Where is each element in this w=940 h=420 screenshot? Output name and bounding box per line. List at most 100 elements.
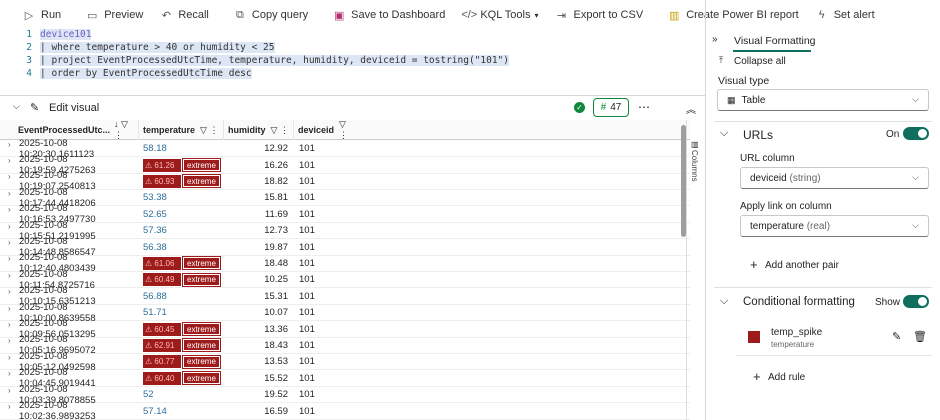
extreme-tag: extreme [182,272,221,287]
expand-row-icon[interactable]: › [8,140,11,149]
deviceid-cell: 101 [299,175,315,187]
warning-value: ⚠ 60.49 [143,273,181,287]
column-header-deviceid[interactable]: deviceid ▽ ⋮ [294,120,354,140]
filter-icon[interactable]: ▽ ⋮ [200,125,218,136]
export-csv-button[interactable]: ⇥ Export to CSV [546,0,651,30]
columns-toggle[interactable]: Columns [690,150,699,182]
time-cell: › 2025-10-08 10:02:36.9893253 [8,400,96,420]
deviceid-cell: 101 [299,143,315,155]
humidity-cell: 10.25 [264,274,288,286]
expand-row-icon[interactable]: › [8,222,11,231]
humidity-cell: 16.26 [264,159,288,171]
filter-icon[interactable]: ▽ ⋮ [339,120,354,141]
expand-row-icon[interactable]: › [8,304,11,313]
urls-toggle[interactable] [903,127,929,140]
extreme-tag: extreme [182,256,221,271]
cond-toggle[interactable] [903,295,929,308]
temperature-cell: ⚠ 60.40 extreme [139,371,224,386]
save-dashboard-button[interactable]: ▣ Save to Dashboard [324,0,453,30]
copy-query-button[interactable]: ⧉ Copy query [225,0,316,30]
expand-row-icon[interactable]: › [8,271,11,280]
deviceid-cell: 101 [299,241,315,253]
add-rule-button[interactable]: Add rule [768,372,805,383]
apply-link-select[interactable]: temperature (real) ⌵ [740,215,929,237]
table-row[interactable]: › 2025-10-08 10:02:36.9893253 57.14 16.59 10… [0,400,690,420]
expand-row-icon[interactable]: › [8,205,11,214]
warning-value: ⚠ 60.40 [143,371,181,385]
deviceid-cell: 101 [299,323,315,335]
column-header-temperature[interactable]: temperature ▽ ⋮ [139,120,224,140]
humidity-cell: 13.53 [264,356,288,368]
query-editor[interactable]: 1 2 3 4 device101 | where temperature > … [0,28,705,94]
grid-scrollbar[interactable] [681,125,686,237]
add-pair-button[interactable]: Add another pair [765,260,839,271]
code-icon: </> [461,9,478,21]
filter-icon[interactable]: ▽ ⋮ [271,125,289,136]
warning-icon: ⚠ [145,160,153,170]
deviceid-cell: 101 [299,159,315,171]
expand-row-icon[interactable]: › [8,336,11,345]
recall-button[interactable]: ↶ Recall [151,0,217,30]
expand-row-icon[interactable]: › [8,386,11,395]
expand-row-icon[interactable]: › [8,287,11,296]
more-options-icon[interactable]: ⋯ [638,100,650,114]
extreme-tag: extreme [182,371,221,386]
section-divider [714,287,932,288]
visual-type-select[interactable]: ▦ Table ⌵ [717,89,929,111]
warning-value: ⚠ 62.91 [143,338,181,352]
add-pair-icon[interactable]: + [750,257,758,272]
play-icon: ▷ [24,9,34,22]
url-column-select[interactable]: deviceid (string) ⌵ [740,167,929,189]
expand-row-icon[interactable]: › [8,320,11,329]
collapse-results-icon[interactable]: ⌵ [13,101,20,112]
expand-row-icon[interactable]: › [8,189,11,198]
table-icon: ▦ [727,94,736,105]
humidity-cell: 16.59 [264,405,288,417]
edit-visual-button[interactable]: Edit visual [49,102,99,114]
preview-button[interactable]: ▭ Preview [77,0,151,30]
dashboard-icon: ▣ [333,9,345,22]
expand-row-icon[interactable]: › [8,254,11,263]
run-button[interactable]: ▷ Run [14,0,69,30]
temperature-cell: 57.14 [143,405,167,417]
temperature-cell: 52.65 [143,208,167,220]
expand-row-icon[interactable]: › [8,172,11,181]
chevron-down-icon: ▾ [534,10,539,20]
code-line: | where temperature > 40 or humidity < 2… [40,42,275,53]
temperature-cell: ⚠ 60.49 extreme [139,272,224,287]
delete-rule-icon[interactable]: 🗑 [913,330,927,343]
temperature-cell: 52 [143,389,154,401]
urls-collapse-icon[interactable]: ⌵ [720,127,728,140]
expand-row-icon[interactable]: › [8,402,11,411]
extreme-tag: extreme [182,158,221,173]
cond-toggle-label: Show [875,297,901,308]
collapse-panel-icon[interactable]: » [712,34,718,45]
url-column-label: URL column [740,153,795,164]
column-header-humidity[interactable]: humidity ▽ ⋮ [224,120,294,140]
humidity-cell: 13.36 [264,323,288,335]
humidity-cell: 15.81 [264,192,288,204]
edit-visual-icon[interactable]: ✎ [30,101,39,114]
temperature-cell: 56.38 [143,241,167,253]
add-rule-icon[interactable]: + [753,369,761,384]
cond-collapse-icon[interactable]: ⌵ [720,295,728,308]
expand-row-icon[interactable]: › [8,156,11,165]
expand-row-icon[interactable]: › [8,353,11,362]
collapse-all-icon[interactable]: ⤒ [719,55,723,66]
recall-icon: ↶ [161,9,171,22]
expand-row-icon[interactable]: › [8,369,11,378]
temperature-cell: 56.88 [143,290,167,302]
expand-results-icon[interactable]: ︽ [686,101,696,116]
deviceid-cell: 101 [299,339,315,351]
deviceid-cell: 101 [299,208,315,220]
warning-value: ⚠ 60.45 [143,322,181,336]
warning-icon: ⚠ [145,324,153,334]
rule-item[interactable]: temp_spike temperature ✎ 🗑 [736,320,932,356]
urls-toggle-label: On [886,129,900,140]
rule-color-swatch [748,331,760,343]
collapse-all-button[interactable]: Collapse all [734,56,786,67]
expand-row-icon[interactable]: › [8,238,11,247]
edit-rule-icon[interactable]: ✎ [892,330,901,343]
kql-tools-button[interactable]: </> KQL Tools ▾ [453,0,546,30]
visual-formatting-panel: » Visual Formatting ⤒ Collapse all Visua… [705,0,940,420]
